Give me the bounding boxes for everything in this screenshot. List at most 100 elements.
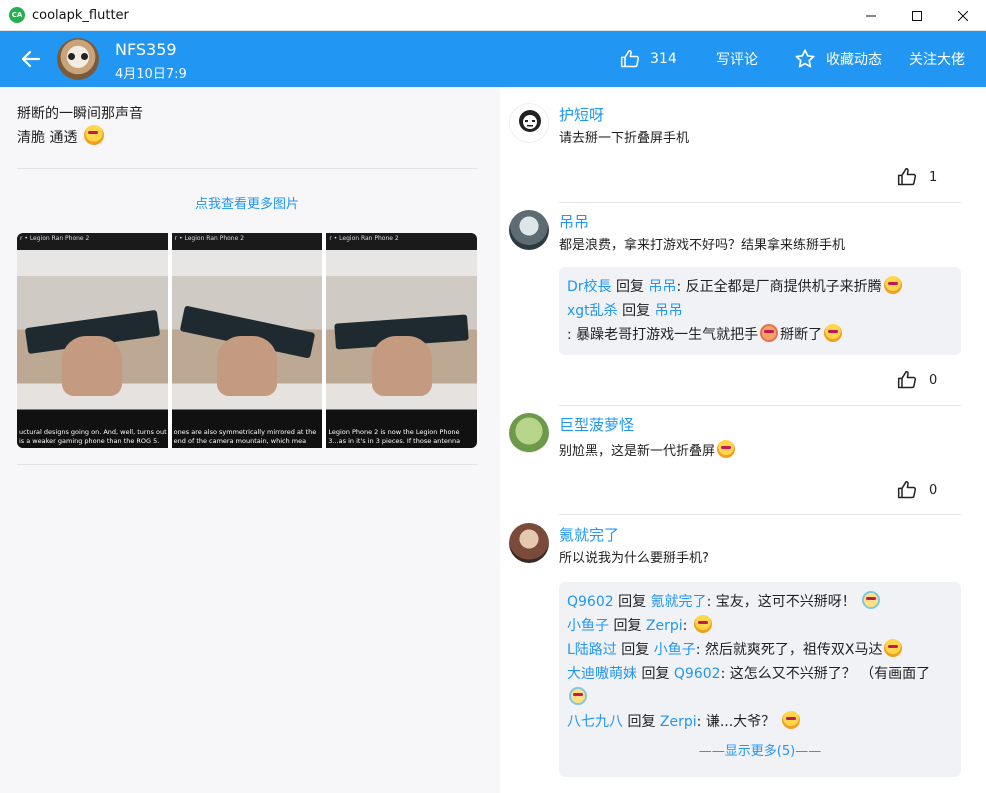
image-header: r • Legion Ran Phone 2 <box>329 235 399 242</box>
author-avatar[interactable] <box>57 38 99 80</box>
reply-item[interactable]: L陆路过 回复 小鱼子: 然后就爽死了，祖传双X马达 <box>567 638 953 662</box>
post-image[interactable]: r • Legion Ran Phone 2 uctural designs g… <box>17 233 168 448</box>
commenter-name[interactable]: 巨型菠萝怪 <box>559 414 634 435</box>
write-comment-button[interactable]: 写评论 <box>716 31 758 87</box>
comment-like-count: 0 <box>929 482 938 498</box>
star-icon <box>795 49 815 68</box>
app-icon: CA <box>9 7 25 23</box>
maximize-button[interactable] <box>894 0 940 31</box>
reply-item[interactable]: 大迪嗷萌妹 回复 Q9602: 这怎么又不兴掰了？ （有画面了 <box>567 662 953 686</box>
image-caption: uctural designs going on. And, well, tur… <box>19 428 167 445</box>
image-header: r • Legion Ran Phone 2 <box>174 235 245 242</box>
thumb-up-icon <box>897 480 917 499</box>
comment-text: 所以说我为什么要掰手机? <box>559 551 709 566</box>
reply-from[interactable]: 大迪嗷萌妹 <box>567 666 637 682</box>
image-strip: r • Legion Ran Phone 2 uctural designs g… <box>17 233 477 448</box>
follow-button[interactable]: 关注大佬 <box>909 31 965 87</box>
comment-avatar[interactable] <box>509 210 549 250</box>
reply-item[interactable]: xgt乱杀 回复 吊吊 <box>567 299 953 323</box>
post-content: 掰断的一瞬间那声音 清脆 通透 <box>17 104 143 149</box>
comment-like-count: 1 <box>929 169 938 185</box>
like-count: 314 <box>650 51 677 67</box>
more-pictures-link[interactable]: 点我查看更多图片 <box>17 193 477 212</box>
post-line-2: 清脆 通透 <box>17 125 143 149</box>
window-title: coolapk_flutter <box>32 7 129 23</box>
comment-like-button[interactable]: 0 <box>897 480 937 500</box>
crying-emoji-icon <box>569 687 587 705</box>
reply-to[interactable]: 氪就完了 <box>651 594 707 610</box>
close-button[interactable] <box>940 0 986 31</box>
reply-from[interactable]: Q9602 <box>567 594 614 610</box>
reply-box: Q9602 回复 氪就完了: 宝友，这可不兴掰呀！ 小鱼子 回复 Zerpi: … <box>559 582 961 777</box>
divider <box>559 514 961 515</box>
reply-box: Dr校長 回复 吊吊: 反正全都是厂商提供机子来折腾 xgt乱杀 回复 吊吊 :… <box>559 267 961 355</box>
reply-item[interactable]: 八七九八 回复 Zerpi: 谦...大爷？ <box>567 710 953 734</box>
reply-item-cont <box>567 686 953 710</box>
commenter-name[interactable]: 护短呀 <box>559 104 604 125</box>
arrow-left-icon <box>21 50 40 68</box>
reply-item-cont: : 暴躁老哥打游戏一生气就把手 掰断了 <box>567 323 953 347</box>
author-name[interactable]: NFS359 <box>115 40 177 59</box>
comment-like-button[interactable]: 1 <box>897 167 937 187</box>
show-more-replies[interactable]: ——显示更多(5)—— <box>567 740 953 764</box>
back-button[interactable] <box>16 45 44 73</box>
comment-avatar[interactable] <box>509 103 549 143</box>
minimize-button[interactable] <box>848 0 894 31</box>
reply-to[interactable]: Q9602 <box>674 666 721 682</box>
thumb-up-icon <box>897 167 917 186</box>
crying-emoji-icon <box>862 591 881 609</box>
reply-text: 反正全都是厂商提供机子来折腾 <box>685 279 882 295</box>
reply-from[interactable]: 八七九八 <box>567 714 623 730</box>
favorite-button[interactable]: 收藏动态 <box>794 31 882 87</box>
reply-item[interactable]: 小鱼子 回复 Zerpi: <box>567 614 953 638</box>
comment-like-button[interactable]: 0 <box>897 370 937 390</box>
divider <box>559 405 961 406</box>
reply-item[interactable]: Dr校長 回复 吊吊: 反正全都是厂商提供机子来折腾 <box>567 275 953 299</box>
reply-from[interactable]: Dr校長 <box>567 279 612 295</box>
post-line: 掰断的一瞬间那声音 <box>17 106 143 122</box>
reply-to[interactable]: 吊吊 <box>648 279 676 295</box>
app-bar: NFS359 4月10日7:9 314 写评论 收藏动态 关注大佬 <box>0 31 986 87</box>
reply-to[interactable]: 小鱼子 <box>654 642 696 658</box>
reply-item[interactable]: Q9602 回复 氪就完了: 宝友，这可不兴掰呀！ <box>567 590 953 614</box>
post-line-text: 清脆 通透 <box>17 130 78 146</box>
divider <box>17 168 477 169</box>
reply-text: : 暴躁老哥打游戏一生气就把手 <box>567 327 759 343</box>
emoji-icon <box>883 276 902 294</box>
commenter-name[interactable]: 吊吊 <box>559 211 589 232</box>
reply-from[interactable]: 小鱼子 <box>567 618 609 634</box>
thumb-up-icon <box>897 370 917 389</box>
like-post-button[interactable]: 314 <box>620 31 677 87</box>
post-image[interactable]: r • Legion Ran Phone 2 Legion Phone 2 is… <box>326 233 477 448</box>
image-caption: ones are also symmetrically mirrored at … <box>173 428 317 445</box>
reply-text: 宝友，这可不兴掰呀！ <box>715 594 856 610</box>
divider <box>559 202 961 203</box>
post-time: 4月10日7:9 <box>115 67 187 82</box>
window-titlebar: CA coolapk_flutter <box>0 0 986 31</box>
post-image[interactable]: r • Legion Ran Phone 2 ones are also sym… <box>171 233 323 448</box>
emoji-icon <box>781 711 800 729</box>
comment-avatar[interactable] <box>509 523 549 563</box>
reply-from[interactable]: L陆路过 <box>567 642 617 658</box>
comment-text: 别尬黑，这是新一代折叠屏 <box>559 440 737 462</box>
comment-avatar[interactable] <box>509 413 549 453</box>
reply-text: 这怎么又不兴掰了？ （有画面了 <box>729 666 931 682</box>
reply-text: 然后就爽死了，祖传双X马达 <box>704 642 883 658</box>
reply-to[interactable]: Zerpi <box>646 618 683 634</box>
meme-face-icon <box>519 110 541 132</box>
close-icon <box>958 10 968 21</box>
reply-from[interactable]: xgt乱杀 <box>567 303 618 319</box>
emoji-icon <box>824 324 843 342</box>
avatar-eye <box>68 53 75 60</box>
emoji-icon <box>884 639 903 657</box>
emoji-icon <box>83 125 104 145</box>
reply-text: 谦...大爷？ <box>705 714 776 730</box>
follow-label: 关注大佬 <box>909 52 965 68</box>
commenter-name[interactable]: 氪就完了 <box>559 524 619 545</box>
comment-text: 都是浪费，拿来打游戏不好吗？结果拿来练掰手机 <box>559 238 846 253</box>
reply-to[interactable]: Zerpi <box>660 714 697 730</box>
hand-emoji-icon <box>760 324 779 342</box>
write-comment-label: 写评论 <box>716 52 758 68</box>
reply-to[interactable]: 吊吊 <box>655 303 683 319</box>
image-caption: Legion Phone 2 is now the Legion Phone 3.… <box>328 428 461 445</box>
